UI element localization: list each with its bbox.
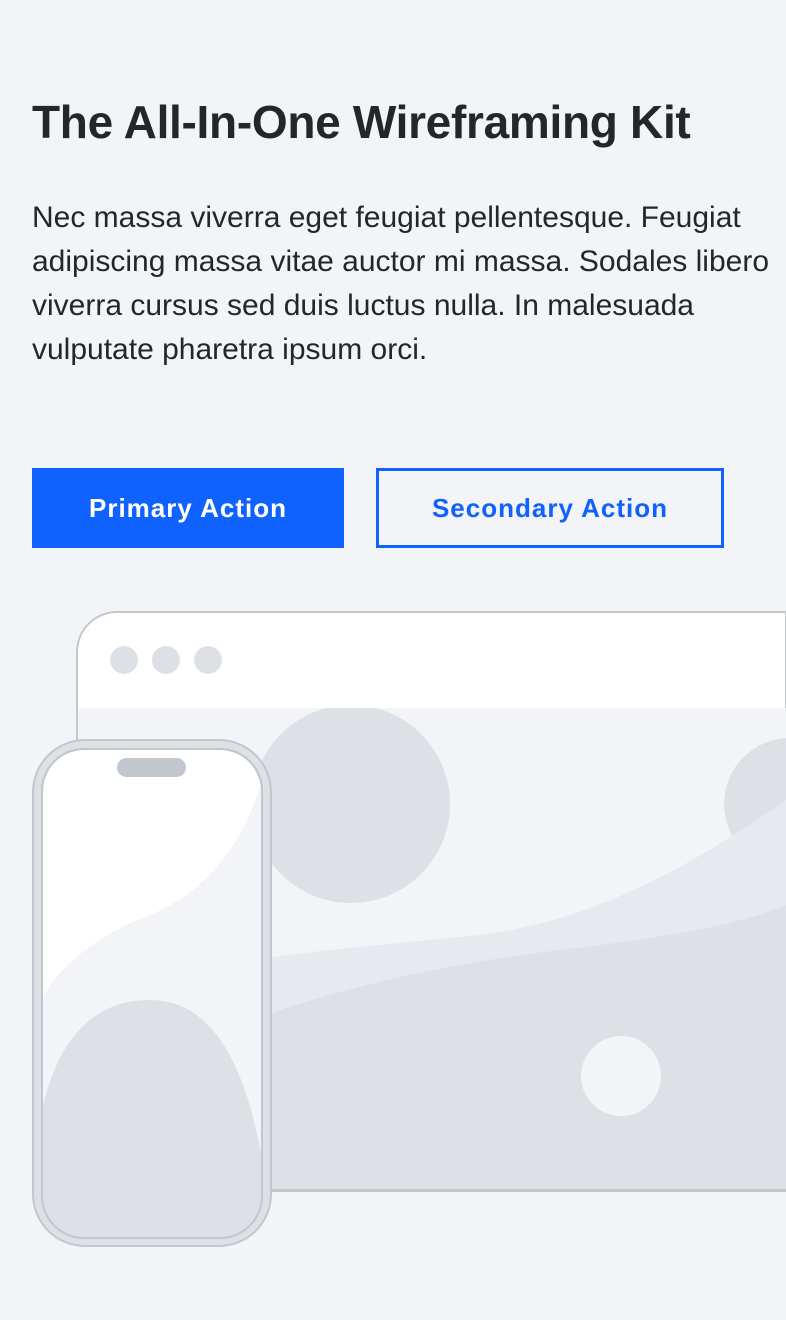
- hero-description: Nec massa viverra eget feugiat pellentes…: [32, 201, 770, 366]
- window-dot-icon: [152, 646, 180, 674]
- circle-shape: [252, 708, 450, 903]
- window-dot-icon: [194, 646, 222, 674]
- primary-action-button[interactable]: Primary Action: [32, 468, 344, 548]
- window-dot-icon: [110, 646, 138, 674]
- circle-shape: [581, 1036, 661, 1116]
- page-title: The All-In-One Wireframing Kit: [32, 96, 691, 148]
- device-mockup-illustration: [32, 611, 786, 1247]
- phone-notch: [117, 758, 186, 777]
- phone-mockup: [32, 739, 272, 1247]
- secondary-action-button[interactable]: Secondary Action: [376, 468, 724, 548]
